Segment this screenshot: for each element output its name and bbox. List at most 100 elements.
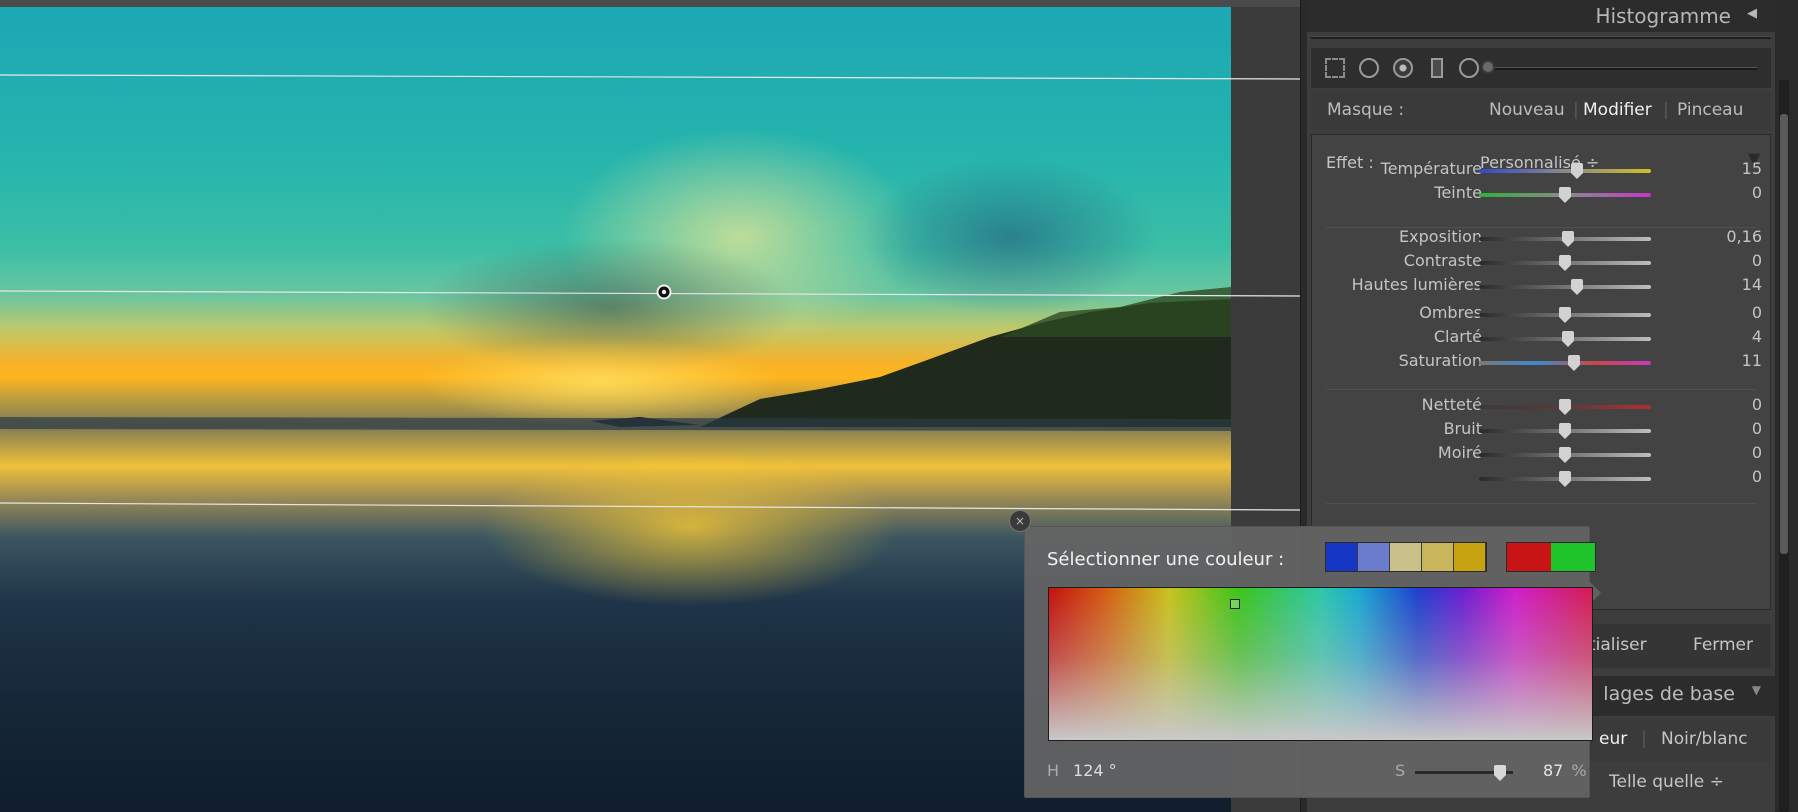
slider-label: Clarté bbox=[1433, 327, 1482, 346]
hue-unit: ° bbox=[1108, 761, 1117, 780]
mask-brush-button[interactable]: Pinceau bbox=[1677, 100, 1743, 120]
slider-label: Saturation bbox=[1398, 351, 1482, 370]
slider-knob[interactable] bbox=[1559, 255, 1571, 271]
close-button[interactable]: Fermer bbox=[1693, 635, 1753, 655]
radial-filter-icon[interactable] bbox=[1459, 58, 1479, 78]
preset-swatches bbox=[1325, 542, 1487, 572]
slider-row: Ombres 0 bbox=[1312, 303, 1772, 327]
slider-row: Exposition 0,16 bbox=[1312, 227, 1772, 251]
slider-knob[interactable] bbox=[1559, 187, 1571, 203]
picker-title: Sélectionner une couleur : bbox=[1047, 549, 1285, 570]
divider bbox=[1311, 36, 1771, 39]
slider-value[interactable]: 15 bbox=[1742, 159, 1762, 178]
color-swatch[interactable] bbox=[1358, 543, 1390, 571]
separator: | bbox=[1573, 100, 1579, 120]
recent-swatches bbox=[1506, 542, 1596, 572]
color-swatch[interactable] bbox=[1390, 543, 1422, 571]
slider-knob[interactable] bbox=[1571, 279, 1584, 295]
slider-value[interactable]: 14 bbox=[1742, 275, 1762, 294]
slider-value[interactable]: 0 bbox=[1752, 251, 1762, 270]
white-balance-select[interactable]: Telle quelle ÷ bbox=[1609, 772, 1724, 792]
slider-label: Exposition bbox=[1399, 227, 1482, 246]
slider-label: Hautes lumières bbox=[1351, 275, 1482, 294]
saturation-value[interactable]: 87 bbox=[1543, 761, 1563, 780]
bw-mode-button[interactable]: Noir/blanc bbox=[1661, 729, 1748, 749]
slider-label: Moiré bbox=[1437, 443, 1482, 462]
histogram-title: Histogramme bbox=[1595, 4, 1731, 28]
color-swatch[interactable] bbox=[1507, 543, 1551, 571]
crop-tool-icon[interactable] bbox=[1325, 58, 1345, 78]
collapse-arrow-icon[interactable]: ◀ bbox=[1747, 6, 1757, 21]
slider-knob[interactable] bbox=[1559, 447, 1571, 463]
hue-label: H bbox=[1047, 761, 1060, 780]
slider-knob[interactable] bbox=[1559, 307, 1571, 323]
saturation-readout: 87% bbox=[1543, 761, 1587, 780]
mask-edit-button[interactable]: Modifier bbox=[1583, 100, 1652, 120]
slider-value[interactable]: 0 bbox=[1752, 467, 1762, 486]
slider-label: Bruit bbox=[1443, 419, 1482, 438]
slider-row: 0 bbox=[1312, 467, 1772, 491]
slider-label: Contraste bbox=[1403, 251, 1482, 270]
slider-knob[interactable] bbox=[1571, 163, 1584, 179]
slider-knob[interactable] bbox=[1568, 355, 1581, 371]
saturation-unit: % bbox=[1571, 761, 1587, 780]
slider-knob[interactable] bbox=[1559, 399, 1571, 415]
color-mode-button[interactable]: eur bbox=[1599, 729, 1627, 749]
hue-readout: H 124 ° bbox=[1047, 761, 1117, 780]
slider-row: Température 15 bbox=[1312, 159, 1772, 183]
collapse-triangle-icon[interactable]: ▼ bbox=[1752, 683, 1761, 697]
color-picker-popup: Sélectionner une couleur : H 124 ° S 87% bbox=[1024, 526, 1601, 798]
panel-scrollbar[interactable] bbox=[1779, 80, 1789, 812]
histogram-header[interactable]: Histogramme ◀ bbox=[1307, 0, 1775, 32]
graduated-filter-icon[interactable] bbox=[1431, 58, 1443, 78]
color-swatch[interactable] bbox=[1422, 543, 1454, 571]
slider-row: Hautes lumières 14 bbox=[1312, 275, 1772, 299]
slider-value[interactable]: 0 bbox=[1752, 303, 1762, 322]
hue-value[interactable]: 124 bbox=[1073, 761, 1104, 780]
separator: | bbox=[1663, 100, 1669, 120]
divider bbox=[1326, 503, 1756, 504]
reset-button[interactable]: tialiser bbox=[1589, 635, 1647, 655]
tool-slider-track[interactable] bbox=[1487, 67, 1757, 70]
slider-label: Netteté bbox=[1421, 395, 1482, 414]
color-field[interactable] bbox=[1048, 587, 1593, 741]
slider-value[interactable]: 0 bbox=[1752, 443, 1762, 462]
slider-value[interactable]: 4 bbox=[1752, 327, 1762, 346]
color-swatch[interactable] bbox=[1454, 543, 1486, 571]
slider-knob[interactable] bbox=[1559, 471, 1571, 487]
slider-label: Ombres bbox=[1419, 303, 1482, 322]
slider-value[interactable]: 0 bbox=[1752, 419, 1762, 438]
mask-row: Masque : Nouveau | Modifier | Pinceau bbox=[1311, 92, 1771, 130]
slider-label: Température bbox=[1380, 159, 1482, 178]
slider-row: Bruit 0 bbox=[1312, 419, 1772, 443]
slider-row: Clarté 4 bbox=[1312, 327, 1772, 351]
color-swatch[interactable] bbox=[1551, 543, 1595, 571]
slider-knob[interactable] bbox=[1562, 231, 1575, 247]
slider-value[interactable]: 0 bbox=[1752, 183, 1762, 202]
slider-knob[interactable] bbox=[1559, 423, 1571, 439]
slider-value[interactable]: 11 bbox=[1742, 351, 1762, 370]
slider-knob[interactable] bbox=[1562, 331, 1575, 347]
red-eye-icon[interactable] bbox=[1393, 58, 1413, 78]
divider bbox=[1326, 389, 1756, 390]
slider-label: Teinte bbox=[1434, 183, 1482, 202]
color-field-marker[interactable] bbox=[1230, 599, 1240, 609]
basic-section-title: lages de base bbox=[1603, 683, 1735, 705]
mask-label: Masque : bbox=[1327, 100, 1405, 120]
separator: | bbox=[1641, 729, 1647, 749]
slider-value[interactable]: 0 bbox=[1752, 395, 1762, 414]
slider-track[interactable] bbox=[1479, 361, 1651, 365]
spot-removal-icon[interactable] bbox=[1359, 58, 1379, 78]
slider-track[interactable] bbox=[1479, 285, 1651, 289]
picker-close-button[interactable]: × bbox=[1009, 510, 1031, 532]
scrollbar-thumb[interactable] bbox=[1780, 114, 1788, 554]
saturation-slider-knob[interactable] bbox=[1494, 765, 1507, 781]
tool-slider-knob[interactable] bbox=[1481, 60, 1495, 74]
slider-value[interactable]: 0,16 bbox=[1726, 227, 1762, 246]
divider bbox=[1326, 227, 1756, 228]
slider-track[interactable] bbox=[1479, 169, 1651, 173]
color-swatch[interactable] bbox=[1326, 543, 1358, 571]
mask-new-button[interactable]: Nouveau bbox=[1489, 100, 1565, 120]
local-tools-strip bbox=[1311, 48, 1771, 88]
slider-row: Moiré 0 bbox=[1312, 443, 1772, 467]
